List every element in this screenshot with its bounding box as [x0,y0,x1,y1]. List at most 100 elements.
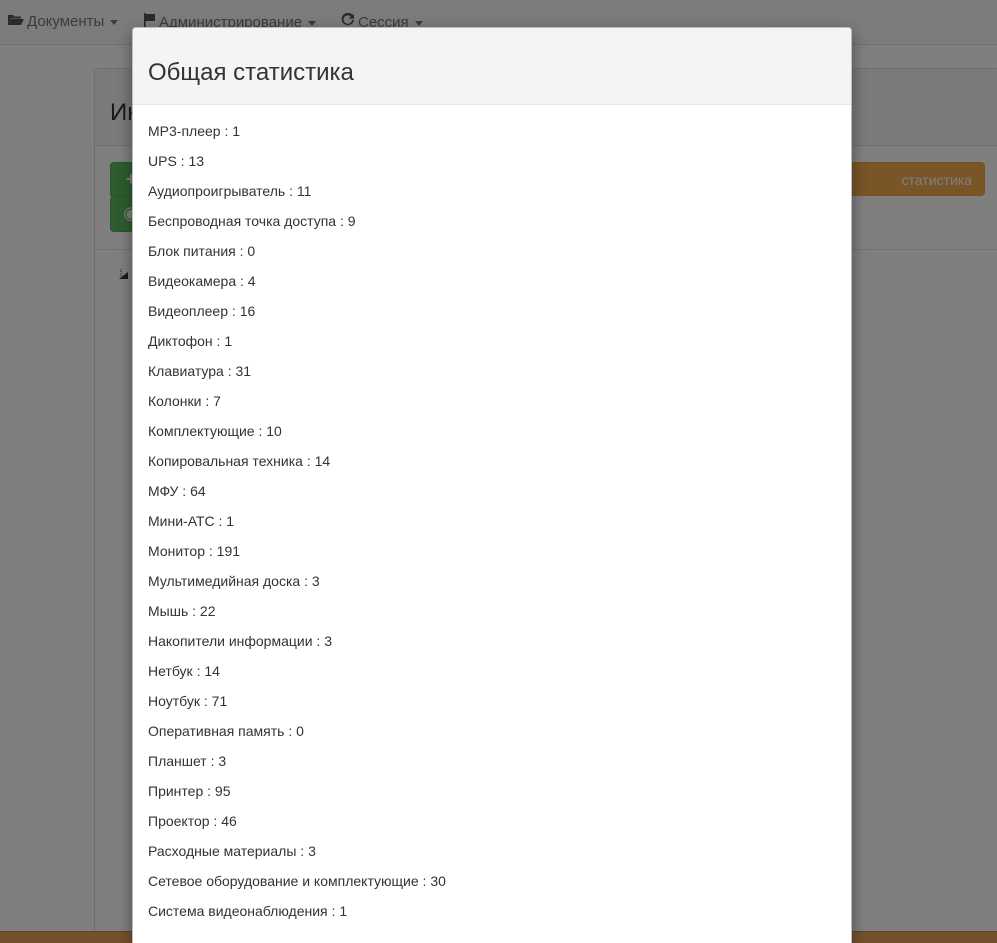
list-item: Диктофон : 1 [148,333,836,363]
stat-count: 9 [347,213,356,229]
list-item: Система видеонаблюдения : 1 [148,903,836,933]
stat-name: Колонки [148,393,202,409]
list-item: Колонки : 7 [148,393,836,423]
list-item: Принтер : 95 [148,783,836,813]
stat-count: 71 [211,693,228,709]
stat-count: 1 [224,333,233,349]
stat-name: Нетбук [148,663,193,679]
stat-name: UPS [148,153,177,169]
stat-name: Проектор [148,813,210,829]
stat-count: 22 [199,603,216,619]
stat-separator: : [188,603,200,619]
list-item: Монитор : 191 [148,543,836,573]
stat-separator: : [236,273,248,289]
list-item: Ноутбук : 71 [148,693,836,723]
stat-count: 31 [235,363,252,379]
stat-name: Клавиатура [148,363,224,379]
stat-name: Ноутбук [148,693,200,709]
stat-separator: : [235,243,248,259]
stat-count: 3 [311,573,320,589]
list-item: Расходные материалы : 3 [148,843,836,873]
statistics-modal: Общая статистика MP3-плеер : 1 UPS : 13 Ау… [132,27,852,943]
stat-count: 13 [188,153,205,169]
stat-separator: : [214,513,227,529]
stat-separator: : [209,813,222,829]
list-item: Нетбук : 14 [148,663,836,693]
stat-name: Видеокамера [148,273,237,289]
stat-name: Мультимедийная доска [148,573,301,589]
stat-separator: : [206,753,219,769]
stat-name: Монитор [148,543,205,559]
stat-name: Диктофон [148,333,213,349]
stat-separator: : [254,423,267,439]
stat-count: 7 [213,393,221,409]
stat-separator: : [200,693,212,709]
list-item: Оперативная память : 0 [148,723,836,753]
stats-list: MP3-плеер : 1 UPS : 13 Аудиопроигрыватель … [133,105,851,933]
modal-header: Общая статистика [133,28,851,105]
stat-separator: : [192,663,205,679]
list-item: Мультимедийная доска : 3 [148,573,836,603]
stat-separator: : [220,123,233,139]
stat-name: Планшет [148,753,207,769]
stat-name: Принтер [148,783,204,799]
stat-count: 10 [266,423,282,439]
stat-count: 3 [308,843,316,859]
stat-separator: : [223,363,236,379]
stat-name: Мышь [148,603,189,619]
stat-separator: : [201,393,214,409]
stat-separator: : [228,303,240,319]
list-item: Аудиопроигрыватель : 11 [148,183,836,213]
list-item: Видеокамера : 4 [148,273,836,303]
stat-separator: : [176,153,189,169]
list-item: Блок питания : 0 [148,243,836,273]
stat-count: 1 [226,513,235,529]
stat-separator: : [212,333,225,349]
stat-count: 14 [314,453,331,469]
list-item: Сетевое оборудование и комплектующие : 3… [148,873,836,903]
stat-separator: : [204,543,217,559]
list-item: Комплектующие : 10 [148,423,836,453]
stat-count: 1 [339,903,348,919]
stat-name: Сетевое оборудование и комплектующие [148,873,419,889]
list-item: UPS : 13 [148,153,836,183]
stat-name: Видеоплеер [148,303,229,319]
stat-name: Оперативная память [148,723,285,739]
stat-count: 16 [239,303,256,319]
stat-count: 46 [221,813,237,829]
stat-separator: : [285,183,297,199]
list-item: Проектор : 46 [148,813,836,843]
stat-count: 11 [296,183,312,199]
list-item: Планшет : 3 [148,753,836,783]
stat-count: 0 [296,723,304,739]
stat-count: 1 [232,123,241,139]
stat-separator: : [178,483,191,499]
stat-separator: : [203,783,215,799]
list-item: Беспроводная точка доступа : 9 [148,213,836,243]
stat-count: 95 [214,783,231,799]
stat-name: Комплектующие [148,423,255,439]
list-item: Накопители информации : 3 [148,633,836,663]
stat-count: 4 [247,273,256,289]
stat-name: Блок питания [148,243,236,259]
stat-count: 3 [324,633,333,649]
stat-name: Аудиопроигрыватель [148,183,286,199]
stat-name: Беспроводная точка доступа [148,213,337,229]
stat-name: Накопители информации [148,633,313,649]
list-item: Мини-АТС : 1 [148,513,836,543]
modal-title: Общая статистика [148,59,354,86]
stat-count: 3 [218,753,227,769]
stat-count: 0 [247,243,256,259]
stat-separator: : [336,213,348,229]
stat-count: 14 [204,663,220,679]
list-item: Мышь : 22 [148,603,836,633]
stat-name: МФУ [148,483,179,499]
page: Документы Администрирование Сессия Ин + … [0,0,997,943]
stat-name: Расходные материалы [148,843,297,859]
stat-name: Копировальная техника [148,453,303,469]
stat-separator: : [418,873,431,889]
stat-count: 191 [216,543,241,559]
stat-count: 64 [190,483,206,499]
list-item: MP3-плеер : 1 [148,123,836,153]
stat-separator: : [284,723,297,739]
